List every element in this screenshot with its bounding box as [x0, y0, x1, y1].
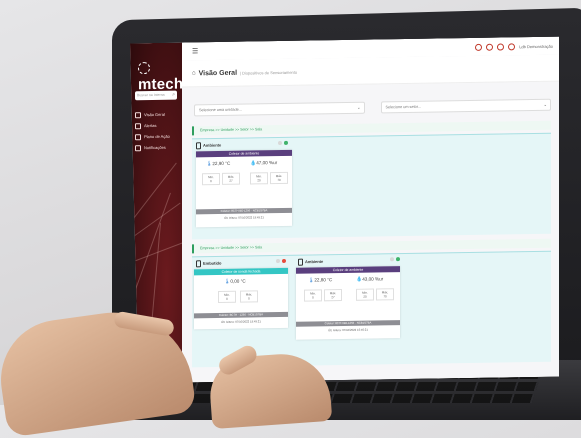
home-icon — [135, 112, 141, 118]
bell-icon — [135, 145, 141, 151]
notification-bell-icon[interactable] — [486, 43, 493, 50]
hum-max: Máx. 70 — [376, 288, 394, 300]
help-icon[interactable] — [475, 43, 482, 50]
status-dot — [390, 257, 394, 261]
search-icon: ⌕ — [172, 91, 175, 98]
status-dot — [396, 257, 400, 261]
status-dot — [282, 259, 286, 263]
sector-select-placeholder: Selecione um setor... — [385, 104, 421, 110]
page-subtitle: | Dispositivos de Sensoriamento — [240, 69, 298, 76]
settings-icon[interactable] — [508, 43, 515, 50]
status-dot — [284, 141, 288, 145]
temperature-reading: 🌡22,90 °C — [206, 160, 231, 168]
temp-max: Máx. 27 — [324, 289, 342, 301]
status-indicators — [276, 259, 286, 263]
temp-min: Min. 0 — [202, 173, 220, 185]
user-name[interactable]: Ldb Demonstração — [519, 43, 553, 49]
sidebar-nav: Visão Geral Alertas Plano de Ação Notifi… — [135, 109, 181, 154]
device-name: Ambiente — [298, 258, 323, 265]
unit-select[interactable]: Selecione uma unidade... ⌄ — [194, 102, 365, 117]
temp-max: Máx. 27 — [222, 173, 240, 185]
last-reading: Últ. leitura: 07/10/2022 15:45:21 — [328, 327, 368, 333]
humidity-reading: 💧47,00 %ur — [250, 160, 278, 167]
bell-icon — [135, 123, 141, 129]
temp-max: Máx. 0 — [240, 290, 258, 302]
chevron-down-icon: ⌄ — [357, 104, 361, 110]
device-card[interactable]: Coletor de ambiente 🌡22,90 °C 💧47,00 %ur… — [196, 150, 292, 228]
dashboard-screen: mtech Buscar na Interna ⌕ Visão Geral Al… — [130, 37, 559, 384]
card-header: Coletor de ambiente — [296, 266, 400, 274]
filter-bar: Selecione uma unidade... ⌄ Selecione um … — [194, 99, 551, 117]
hum-min: Min. 20 — [356, 289, 374, 301]
status-indicators — [390, 257, 400, 261]
sidebar-item-notificacoes[interactable]: Notificações — [135, 142, 181, 154]
card-header: Coletor de sonda fechada — [194, 268, 288, 275]
home-icon: ⌂ — [192, 70, 196, 77]
main-content: ⌂ Visão Geral | Dispositivos de Sensoria… — [182, 55, 559, 383]
temp-min: Min. 0 — [304, 289, 322, 301]
sidebar-item-visao-geral[interactable]: Visão Geral — [135, 109, 181, 121]
sidebar-item-label: Alertas — [144, 122, 157, 129]
temp-min: Min. 0 — [218, 291, 236, 303]
brand-logo: mtech — [138, 59, 183, 94]
device-section: Ambiente Coletor de ambiente 🌡22,90 °C 💧… — [192, 133, 551, 240]
device-icon — [196, 260, 201, 267]
status-dot — [278, 141, 282, 145]
page-title: Visão Geral — [198, 69, 238, 77]
last-reading: Últ. leitura: 07/10/2022 15:45:21 — [224, 215, 264, 220]
last-reading: Últ. leitura: 07/10/2022 15:45:21 — [221, 319, 261, 324]
device-icon — [298, 259, 303, 266]
device-icon — [196, 142, 201, 149]
search-placeholder: Buscar na Interna — [137, 92, 165, 98]
menu-icon[interactable]: ☰ — [192, 47, 198, 55]
hum-max: Máx. 70 — [270, 172, 288, 184]
card-header: Coletor de ambiente — [196, 150, 292, 158]
sidebar-item-label: Notificações — [144, 144, 166, 151]
clipboard-icon — [135, 134, 141, 140]
temperature-reading: 🌡22,80 °C — [308, 277, 333, 284]
device-name: Embutido — [196, 260, 221, 267]
temperature-reading: 🌡0,00 °C — [224, 278, 246, 285]
unit-select-placeholder: Selecione uma unidade... — [199, 107, 242, 113]
device-name: Ambiente — [196, 142, 221, 149]
search-input[interactable]: Buscar na Interna ⌕ — [135, 91, 177, 101]
sidebar-item-label: Visão Geral — [144, 111, 165, 118]
status-indicators — [278, 141, 288, 145]
card-footer: Coletor: 8CTH BE-1256 · NCB1S7BA — [296, 320, 400, 327]
card-footer: Coletor: BCTH · 1256 · NCB1S7BA — [194, 312, 288, 318]
hum-min: Min. 20 — [250, 172, 268, 184]
card-footer: Coletor: 8CTH BE-1256 · NCB1S7BA — [196, 208, 292, 215]
device-card[interactable]: Coletor de ambiente 🌡22,80 °C 💧43,00 %ur… — [296, 266, 400, 340]
user-icon[interactable] — [497, 43, 504, 50]
sidebar-item-label: Plano de Ação — [144, 133, 170, 140]
sidebar-item-alertas[interactable]: Alertas — [135, 120, 181, 132]
page-header: ⌂ Visão Geral | Dispositivos de Sensoria… — [182, 55, 559, 88]
status-dot — [276, 259, 280, 263]
humidity-reading: 💧43,00 %ur — [356, 276, 384, 283]
device-card[interactable]: Coletor de sonda fechada 🌡0,00 °C Min. 0 … — [194, 268, 288, 329]
sector-select[interactable]: Selecione um setor... ⌄ — [381, 99, 552, 114]
sidebar-item-plano-de-acao[interactable]: Plano de Ação — [135, 131, 181, 143]
chevron-down-icon: ⌄ — [543, 101, 547, 107]
